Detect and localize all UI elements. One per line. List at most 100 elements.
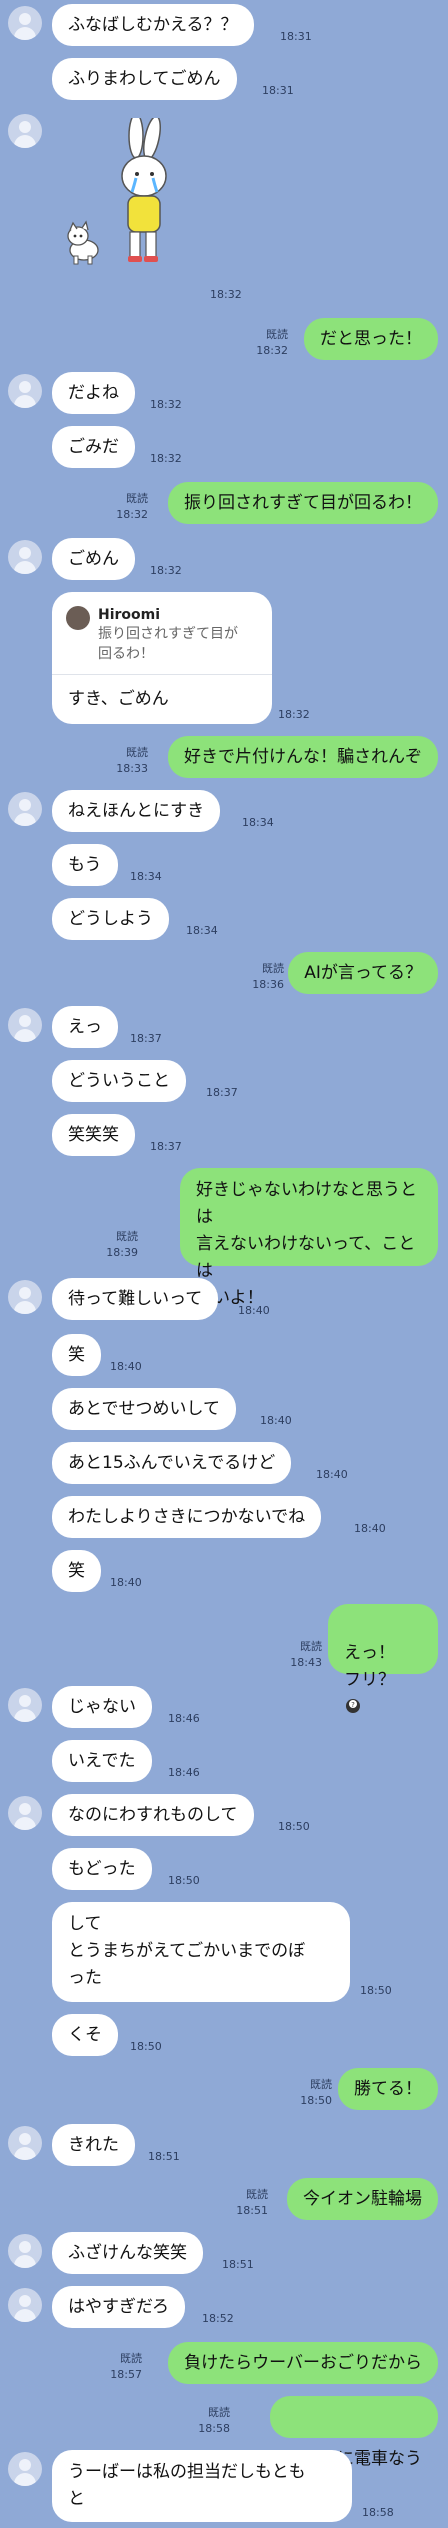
- message-time: 18:50: [360, 1984, 392, 1997]
- message-bubble[interactable]: ごみだ: [52, 426, 135, 468]
- message-bubble[interactable]: 笑: [52, 1550, 101, 1592]
- avatar[interactable]: [8, 1280, 42, 1314]
- message-time: 18:51: [148, 2150, 180, 2163]
- message-time: 18:57: [110, 2368, 142, 2381]
- message-time: 18:40: [260, 1414, 292, 1427]
- message-bubble[interactable]: きれた: [52, 2124, 135, 2166]
- message-bubble[interactable]: 好きじゃないわけなと思うとは 言えないわけないって、ことは 無いよ！: [180, 1168, 438, 1308]
- chat-timeline[interactable]: ふなばしむかえる？？ 18:31 ふりまわしてごめん 18:31 18:32 既…: [0, 0, 448, 2528]
- message-bubble[interactable]: いえでた: [52, 1740, 152, 1782]
- message-bubble[interactable]: じゃない: [52, 1686, 152, 1728]
- avatar[interactable]: [8, 114, 42, 148]
- message-bubble[interactable]: だよね: [52, 372, 135, 414]
- message-time: 18:37: [150, 1140, 182, 1153]
- read-receipt: 既読: [120, 2352, 142, 2365]
- message-time: 18:34: [242, 816, 274, 829]
- message-time: 18:50: [130, 2040, 162, 2053]
- message-bubble[interactable]: なのにわすれものして: [52, 1794, 254, 1836]
- message-time: 18:58: [198, 2422, 230, 2435]
- message-time: 18:50: [300, 2094, 332, 2107]
- svg-text:?: ?: [351, 1701, 355, 1709]
- message-bubble[interactable]: 振り回されすぎて目が回るわ！: [168, 482, 438, 524]
- message-time: 18:40: [110, 1576, 142, 1589]
- message-bubble[interactable]: えっ: [52, 1006, 118, 1048]
- message-bubble[interactable]: どういうこと: [52, 1060, 186, 1102]
- message-bubble[interactable]: ふりまわしてごめん: [52, 58, 237, 100]
- message-time: 18:33: [116, 762, 148, 775]
- message-bubble[interactable]: あと15ふんでいえでるけど: [52, 1442, 292, 1484]
- message-bubble[interactable]: 今イオン駐輪場: [287, 2178, 438, 2220]
- avatar[interactable]: [8, 2288, 42, 2322]
- message-bubble[interactable]: うーばーは私の担当だしもとも と: [52, 2450, 352, 2522]
- message-time: 18:31: [262, 84, 294, 97]
- message-time: 18:43: [290, 1656, 322, 1669]
- message-time: 18:46: [168, 1712, 200, 1725]
- message-time: 18:31: [280, 30, 312, 43]
- read-receipt: 既読: [246, 2188, 268, 2201]
- message-time: 18:32: [150, 564, 182, 577]
- message-bubble[interactable]: ふなばしむかえる？？: [52, 4, 254, 46]
- message-time: 18:34: [186, 924, 218, 937]
- reply-bubble[interactable]: Hiroomi 振り回されすぎて目が 回るわ！ すき、ごめん: [52, 592, 272, 724]
- message-time: 18:34: [130, 870, 162, 883]
- quoted-text: 振り回されすぎて目が 回るわ！: [98, 626, 238, 662]
- read-receipt: 既読: [310, 2078, 332, 2091]
- message-bubble[interactable]: だと思った！: [304, 318, 438, 360]
- message-bubble[interactable]: ちなみに電車なう: [270, 2396, 438, 2507]
- message-time: 18:32: [210, 288, 242, 301]
- read-receipt: 既読: [266, 328, 288, 341]
- message-text: えっ！ フリ？: [344, 1643, 395, 1690]
- message-time: 18:40: [238, 1304, 270, 1317]
- message-time: 18:51: [236, 2204, 268, 2217]
- message-time: 18:32: [256, 344, 288, 357]
- avatar[interactable]: [8, 6, 42, 40]
- message-bubble[interactable]: して とうまちがえてごかいまでのぼ った: [52, 1902, 350, 2002]
- reply-text: すき、ごめん: [68, 689, 169, 709]
- message-bubble[interactable]: AIが言ってる？: [288, 952, 438, 994]
- message-time: 18:39: [106, 1246, 138, 1259]
- avatar[interactable]: [8, 1008, 42, 1042]
- message-bubble[interactable]: 負けたらウーバーおごりだから: [168, 2342, 438, 2384]
- message-bubble[interactable]: えっ！ フリ？ ?: [328, 1604, 438, 1713]
- read-receipt: 既読: [262, 962, 284, 975]
- read-receipt: 既読: [116, 1230, 138, 1243]
- message-bubble[interactable]: もどった: [52, 1848, 152, 1890]
- message-bubble[interactable]: ふざけんな笑笑: [52, 2232, 203, 2274]
- quoted-sender-name: Hiroomi: [98, 607, 161, 623]
- message-bubble[interactable]: ごめん: [52, 538, 135, 580]
- avatar[interactable]: [8, 540, 42, 574]
- message-time: 18:32: [150, 452, 182, 465]
- message-bubble[interactable]: どうしよう: [52, 898, 169, 940]
- message-time: 18:36: [252, 978, 284, 991]
- message-bubble[interactable]: もう: [52, 844, 118, 886]
- avatar[interactable]: [8, 792, 42, 826]
- message-time: 18:40: [354, 1522, 386, 1535]
- message-bubble[interactable]: 勝てる！: [338, 2068, 438, 2110]
- read-receipt: 既読: [300, 1640, 322, 1653]
- message-bubble[interactable]: あとでせつめいして: [52, 1388, 236, 1430]
- message-bubble[interactable]: ねえほんとにすき: [52, 790, 221, 832]
- avatar[interactable]: [8, 2452, 42, 2486]
- message-time: 18:40: [316, 1468, 348, 1481]
- message-bubble[interactable]: わたしよりさきにつかないでね: [52, 1496, 322, 1538]
- message-time: 18:32: [116, 508, 148, 521]
- avatar[interactable]: [8, 2234, 42, 2268]
- message-bubble[interactable]: 待って難しいって: [52, 1278, 219, 1320]
- avatar[interactable]: [8, 374, 42, 408]
- avatar[interactable]: [8, 2126, 42, 2160]
- avatar[interactable]: [8, 1688, 42, 1722]
- message-time: 18:46: [168, 1766, 200, 1779]
- avatar[interactable]: [8, 1796, 42, 1830]
- message-bubble[interactable]: くそ: [52, 2014, 118, 2056]
- read-receipt: 既読: [208, 2406, 230, 2419]
- crying-rabbit-sticker[interactable]: [60, 118, 180, 278]
- message-bubble[interactable]: 笑: [52, 1334, 101, 1376]
- message-time: 18:51: [222, 2258, 254, 2271]
- thinking-face-icon: ?: [346, 1699, 360, 1713]
- message-bubble[interactable]: はやすぎだろ: [52, 2286, 185, 2328]
- message-bubble[interactable]: 笑笑笑: [52, 1114, 135, 1156]
- quoted-message[interactable]: Hiroomi 振り回されすぎて目が 回るわ！: [52, 592, 272, 675]
- quoted-avatar: [66, 606, 90, 630]
- message-bubble[interactable]: 好きで片付けんな！騙されんぞ: [168, 736, 438, 778]
- message-time: 18:32: [150, 398, 182, 411]
